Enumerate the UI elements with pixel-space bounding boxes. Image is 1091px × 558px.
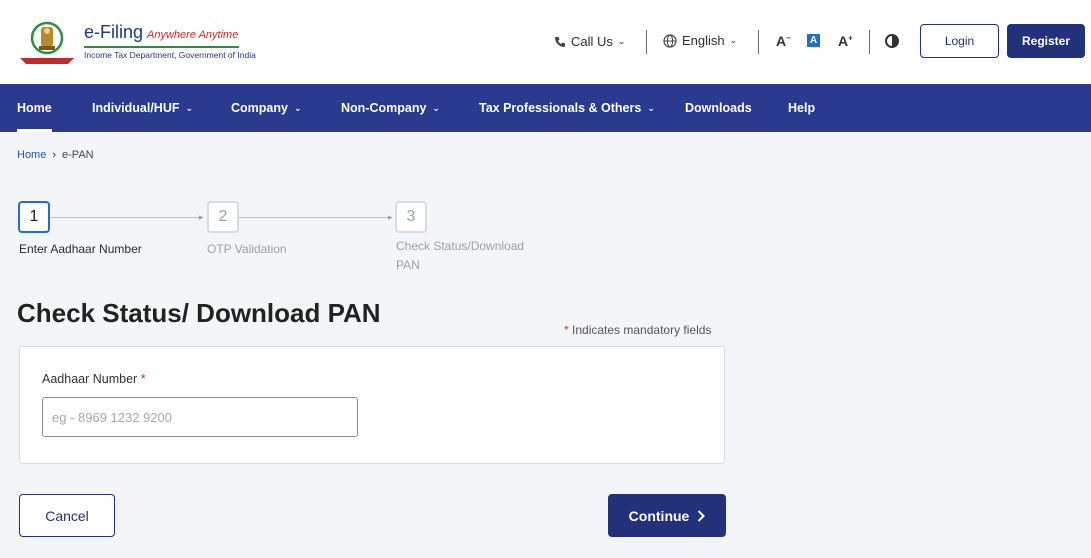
cancel-button[interactable]: Cancel: [19, 494, 115, 537]
step-connector: [50, 217, 202, 218]
nav-label: Individual/HUF: [92, 101, 180, 115]
font-default-label: A: [809, 35, 818, 46]
header-divider: [869, 30, 870, 54]
language-label: English: [682, 33, 725, 48]
nav-label: Company: [231, 101, 288, 115]
globe-icon: [663, 33, 677, 48]
mandatory-note-text: Indicates mandatory fields: [572, 323, 712, 337]
arrow-right-icon: ▸: [199, 212, 204, 222]
chevron-down-icon: ⌄: [647, 102, 655, 113]
header-divider: [758, 30, 759, 54]
register-button[interactable]: Register: [1007, 24, 1085, 58]
nav-item-tax-professionals[interactable]: Tax Professionals & Others ⌄: [479, 84, 655, 132]
nav-label: Home: [17, 101, 52, 115]
nav-label: Non-Company: [341, 101, 427, 115]
site-header: e-Filing Anywhere Anytime Income Tax Depa…: [0, 0, 1091, 84]
step-connector: [239, 217, 391, 218]
nav-item-individual-huf[interactable]: Individual/HUF ⌄: [92, 84, 193, 132]
font-decrease-button[interactable]: A−: [776, 33, 791, 49]
font-decrease-label: A: [776, 33, 787, 49]
nav-label: Tax Professionals & Others: [479, 101, 642, 115]
breadcrumb-current: e-PAN: [62, 149, 94, 161]
nav-item-help[interactable]: Help: [788, 84, 815, 132]
step-1-indicator: 1: [18, 201, 50, 233]
nav-item-downloads[interactable]: Downloads: [685, 84, 752, 132]
arrow-right-icon: ▸: [388, 212, 393, 222]
brand-divider: [84, 46, 239, 48]
step-3-label-line1: Check Status/Download: [396, 239, 525, 253]
required-star: *: [140, 372, 146, 386]
nav-item-non-company[interactable]: Non-Company ⌄: [341, 84, 440, 132]
breadcrumb-separator: ›: [52, 149, 57, 161]
aadhaar-field-label: Aadhaar Number *: [42, 372, 146, 386]
continue-label: Continue: [628, 507, 690, 524]
call-us-menu[interactable]: Call Us ⌄: [554, 34, 625, 49]
font-increase-label: A: [838, 33, 849, 49]
breadcrumb: Home › e-PAN: [17, 149, 94, 161]
nav-label: Downloads: [685, 101, 752, 115]
call-us-label: Call Us: [571, 34, 613, 49]
step-3-label: Check Status/Download PAN: [396, 237, 524, 275]
contrast-toggle-icon[interactable]: [885, 34, 899, 48]
continue-button[interactable]: Continue: [608, 494, 726, 537]
breadcrumb-home-link[interactable]: Home: [17, 149, 46, 161]
login-button[interactable]: Login: [920, 24, 999, 58]
nav-item-company[interactable]: Company ⌄: [231, 84, 302, 132]
aadhaar-number-input[interactable]: [42, 397, 358, 437]
chevron-down-icon: ⌄: [729, 35, 738, 45]
brand-name: e-Filing: [84, 22, 144, 42]
nav-label: Help: [788, 101, 816, 115]
chevron-right-icon: [698, 509, 706, 522]
nav-item-home[interactable]: Home: [17, 84, 52, 132]
step-2-label: OTP Validation: [207, 242, 287, 256]
page-title: Check Status/ Download PAN: [17, 298, 381, 328]
main-nav: Home Individual/HUF ⌄ Company ⌄ Non-Compan…: [0, 84, 1091, 132]
brand-tagline: Anywhere Anytime: [147, 29, 239, 41]
brand-title: e-Filing Anywhere Anytime: [84, 22, 238, 43]
aadhaar-label-text: Aadhaar Number: [42, 372, 138, 386]
step-3-indicator: 3: [395, 201, 427, 233]
step-2-indicator: 2: [207, 201, 239, 233]
chevron-down-icon: ⌄: [432, 102, 440, 113]
efiling-logo[interactable]: e-Filing Anywhere Anytime Income Tax Depa…: [16, 16, 256, 68]
font-default-button[interactable]: A: [807, 34, 820, 47]
chevron-down-icon: ⌄: [617, 36, 626, 46]
national-emblem-icon: [20, 21, 74, 64]
chevron-down-icon: ⌄: [293, 102, 302, 113]
required-star: *: [564, 323, 569, 337]
step-3-label-line2: PAN: [396, 258, 420, 272]
brand-subtitle: Income Tax Department, Government of Ind…: [84, 50, 256, 60]
font-increase-button[interactable]: A+: [838, 33, 853, 49]
chevron-down-icon: ⌄: [185, 102, 194, 113]
phone-icon: [555, 36, 565, 47]
step-1-label: Enter Aadhaar Number: [19, 242, 142, 256]
mandatory-note: * Indicates mandatory fields: [564, 323, 711, 337]
header-divider: [646, 30, 647, 54]
language-selector[interactable]: English ⌄: [663, 33, 737, 48]
